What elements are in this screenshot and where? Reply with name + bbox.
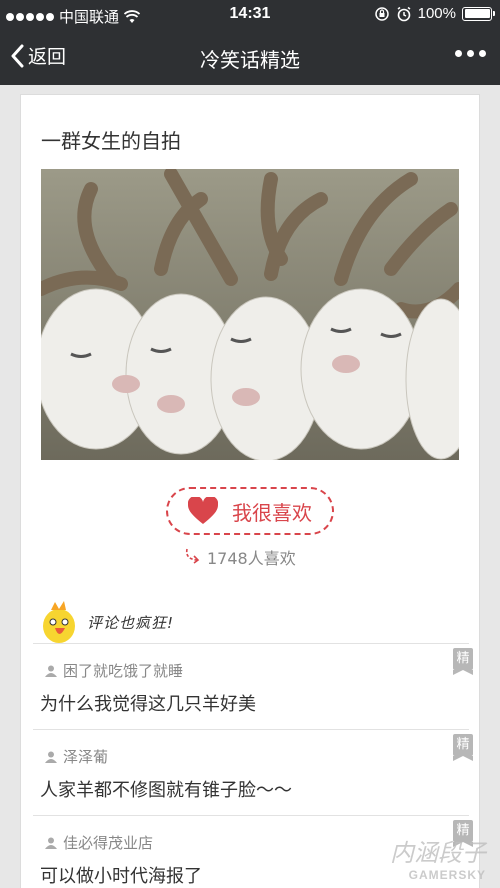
alarm-icon xyxy=(397,6,411,21)
post-image[interactable] xyxy=(41,169,459,460)
watermark-en: GAMERSKY xyxy=(408,868,486,882)
comment-author-name: 佳必得茂业店 xyxy=(63,834,154,852)
more-options-button[interactable] xyxy=(455,50,486,57)
content-area[interactable]: 一群女生的自拍 我很喜欢 1748人喜欢 评论也疯狂! 困了就吃饿了就睡 为什么… xyxy=(0,85,500,888)
battery-fill xyxy=(464,9,490,18)
like-count-label: 1748人喜欢 xyxy=(207,549,296,568)
user-icon xyxy=(45,751,57,763)
watermark: 内涵段子 GAMERSKY xyxy=(390,833,486,882)
heart-icon xyxy=(188,497,218,524)
comment-author: 困了就吃饿了就睡 xyxy=(45,660,183,681)
user-icon xyxy=(45,665,57,677)
like-count: 1748人喜欢 xyxy=(183,545,296,569)
comment-text: 为什么我觉得这几只羊好美 xyxy=(40,694,256,715)
featured-badge: 精 xyxy=(453,648,473,675)
comment-item[interactable]: 困了就吃饿了就睡 为什么我觉得这几只羊好美 精 xyxy=(33,643,473,729)
chick-mascot-icon xyxy=(43,601,75,643)
goats-photo-icon xyxy=(41,169,459,460)
like-button[interactable]: 我很喜欢 xyxy=(166,487,334,535)
battery-icon xyxy=(462,6,495,21)
watermark-cn: 内涵段子 xyxy=(390,839,486,867)
chevron-left-icon xyxy=(11,44,24,67)
back-label: 返回 xyxy=(28,46,67,68)
nav-bar: 返回 冷笑话精选 xyxy=(0,30,500,85)
comment-author-name: 泽泽葡 xyxy=(63,748,109,766)
comments-header: 评论也疯狂! xyxy=(37,600,174,644)
comment-item[interactable]: 泽泽葡 人家羊都不修图就有锥子脸～～ 精 xyxy=(33,729,473,815)
like-button-label: 我很喜欢 xyxy=(232,500,312,525)
comment-text: 可以做小时代海报了 xyxy=(40,866,202,887)
post-card: 一群女生的自拍 我很喜欢 1748人喜欢 评论也疯狂! 困了就吃饿了就睡 为什么… xyxy=(20,94,480,888)
comments-header-label: 评论也疯狂! xyxy=(87,613,175,632)
rotation-lock-icon xyxy=(374,6,389,21)
post-title: 一群女生的自拍 xyxy=(41,129,181,153)
page-title: 冷笑话精选 xyxy=(200,48,300,72)
comment-text: 人家羊都不修图就有锥子脸～～ xyxy=(40,780,292,801)
battery-percent: 100% xyxy=(417,5,456,22)
comment-author: 泽泽葡 xyxy=(45,746,108,767)
featured-badge: 精 xyxy=(453,734,473,761)
back-button[interactable]: 返回 xyxy=(10,42,66,69)
comment-author-name: 困了就吃饿了就睡 xyxy=(63,662,184,680)
status-bar: 中国联通 14:31 100% xyxy=(0,0,500,30)
status-right: 100% xyxy=(374,5,495,22)
more-dots-icon xyxy=(455,50,462,57)
user-icon xyxy=(45,837,57,849)
comment-author: 佳必得茂业店 xyxy=(45,832,153,853)
curved-arrow-icon xyxy=(185,548,200,564)
